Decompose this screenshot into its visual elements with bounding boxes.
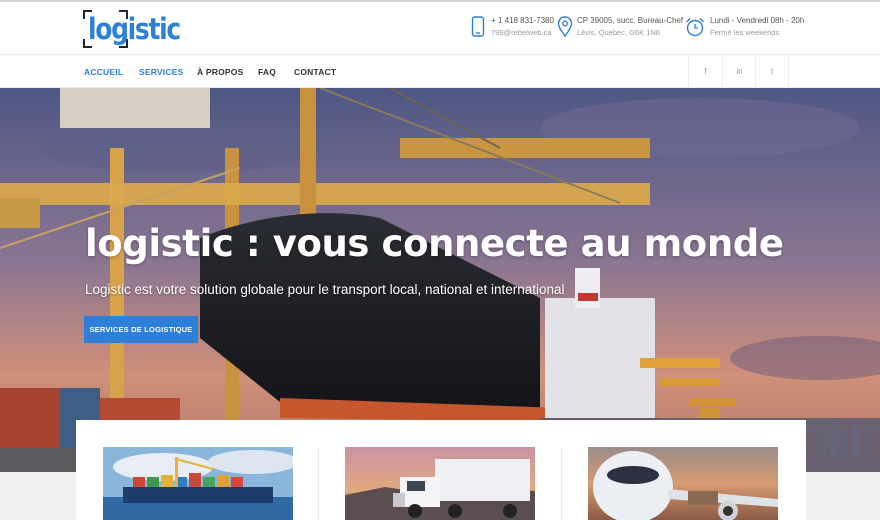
service-cards [76, 420, 806, 520]
site-header: logistic + 1 418 831-7380 799@rebelweb.c… [0, 2, 880, 54]
nav-item-a-propos[interactable]: À PROPOS [197, 67, 243, 77]
address-line-2: Lévis, Québec, G6K 1N6 [577, 28, 660, 37]
truck-photo[interactable] [345, 447, 535, 520]
nav-item-faq[interactable]: FAQ [258, 67, 276, 77]
nav-item-services[interactable]: SERVICES [139, 67, 183, 77]
card-divider [561, 448, 562, 520]
hero-title: logistic : vous connecte au monde [85, 222, 784, 265]
twitter-icon[interactable]: t [755, 55, 789, 88]
logistics-services-button[interactable]: SERVICES DE LOGISTIQUE [84, 316, 198, 343]
nav-item-accueil[interactable]: ACCUEIL [84, 67, 123, 77]
logo[interactable]: logistic [83, 10, 181, 48]
location-pin-icon [557, 16, 577, 38]
alarm-clock-icon [684, 16, 708, 38]
facebook-icon[interactable]: f [688, 55, 722, 88]
airplane-photo[interactable] [588, 447, 778, 520]
email-address[interactable]: 799@rebelweb.ca [491, 28, 552, 37]
cargo-ship-photo[interactable] [103, 447, 293, 520]
main-nav: ACCUEIL SERVICES À PROPOS FAQ CONTACT f … [0, 54, 880, 88]
hero-background-image [0, 88, 880, 472]
phone-number[interactable]: + 1 418 831-7380 [491, 16, 554, 25]
hours-line-1: Lundi - Vendredi 08h - 20h [710, 16, 805, 25]
linkedin-icon[interactable]: in [722, 55, 756, 88]
hero-banner: logistic : vous connecte au monde Logist… [0, 88, 880, 472]
nav-item-contact[interactable]: CONTACT [294, 67, 336, 77]
logo-text: logistic [88, 12, 181, 46]
phone-icon [471, 16, 491, 38]
address-line-1: CP 39005, succ. Bureau-Chef [577, 16, 684, 25]
hero-subtitle: Logistic est votre solution globale pour… [85, 282, 565, 297]
card-divider [318, 448, 319, 520]
hours-line-2: Fermé les weekends [710, 28, 780, 37]
